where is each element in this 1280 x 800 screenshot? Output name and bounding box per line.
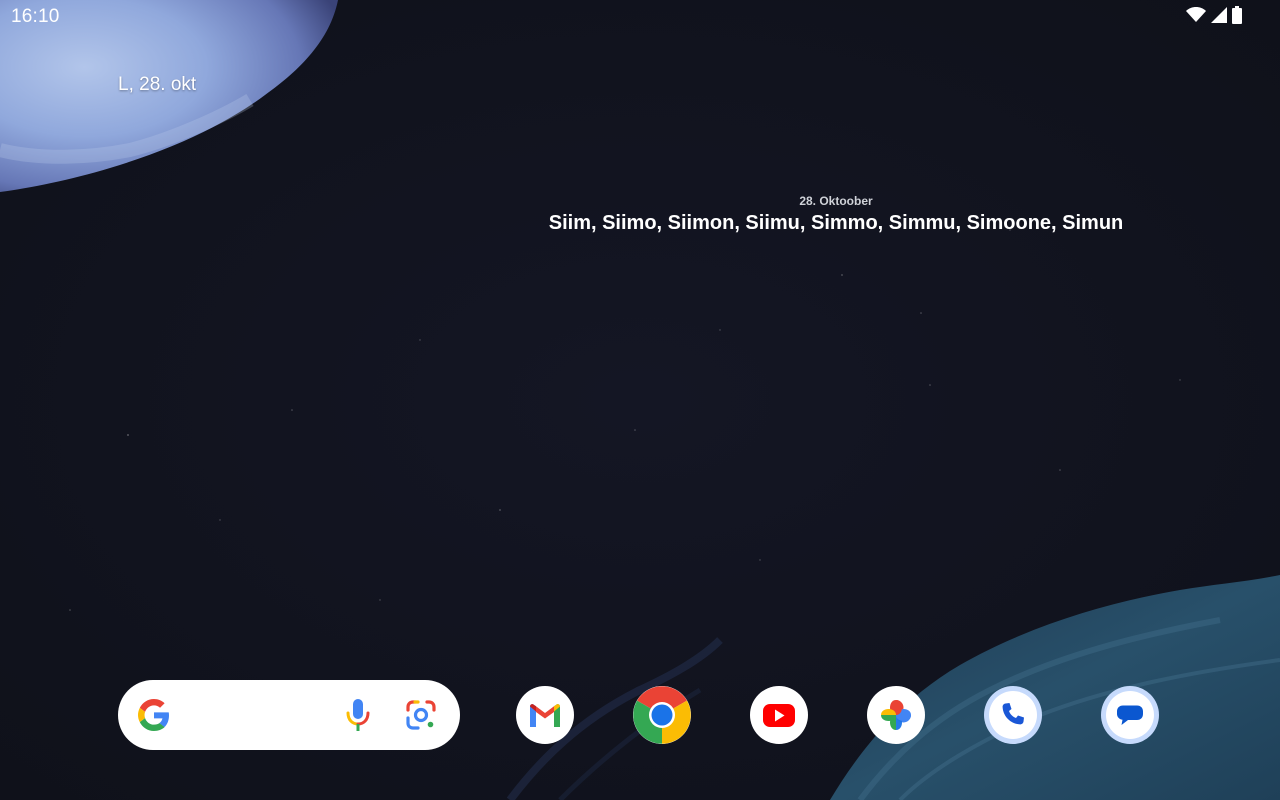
nameday-date: 28. Oktoober [799,194,873,208]
messages-icon[interactable] [1101,686,1159,744]
phone-icon[interactable] [984,686,1042,744]
microphone-icon[interactable] [340,697,376,733]
status-bar: 16:10 [0,0,1280,32]
wifi-icon [1186,7,1206,23]
google-g-icon[interactable] [138,699,170,731]
google-search-bar[interactable] [118,680,460,750]
at-a-glance-date[interactable]: L, 28. okt [118,74,196,96]
battery-icon [1232,6,1242,24]
gmail-icon[interactable] [516,686,574,744]
youtube-icon[interactable] [750,686,808,744]
google-photos-icon[interactable] [867,686,925,744]
google-lens-icon[interactable] [404,698,438,732]
nameday-names: Siim, Siimo, Siimon, Siimu, Simmo, Simmu… [548,212,1124,234]
chrome-icon[interactable] [633,686,691,744]
home-screen: 16:10 L, 28. okt 28. Oktoober Siim, Siim… [0,0,1280,800]
nameday-widget[interactable]: 28. Oktoober Siim, Siimo, Siimon, Siimu,… [540,194,1132,235]
status-time: 16:10 [11,6,60,27]
cellular-signal-icon [1211,7,1227,23]
status-icons [1186,6,1242,24]
